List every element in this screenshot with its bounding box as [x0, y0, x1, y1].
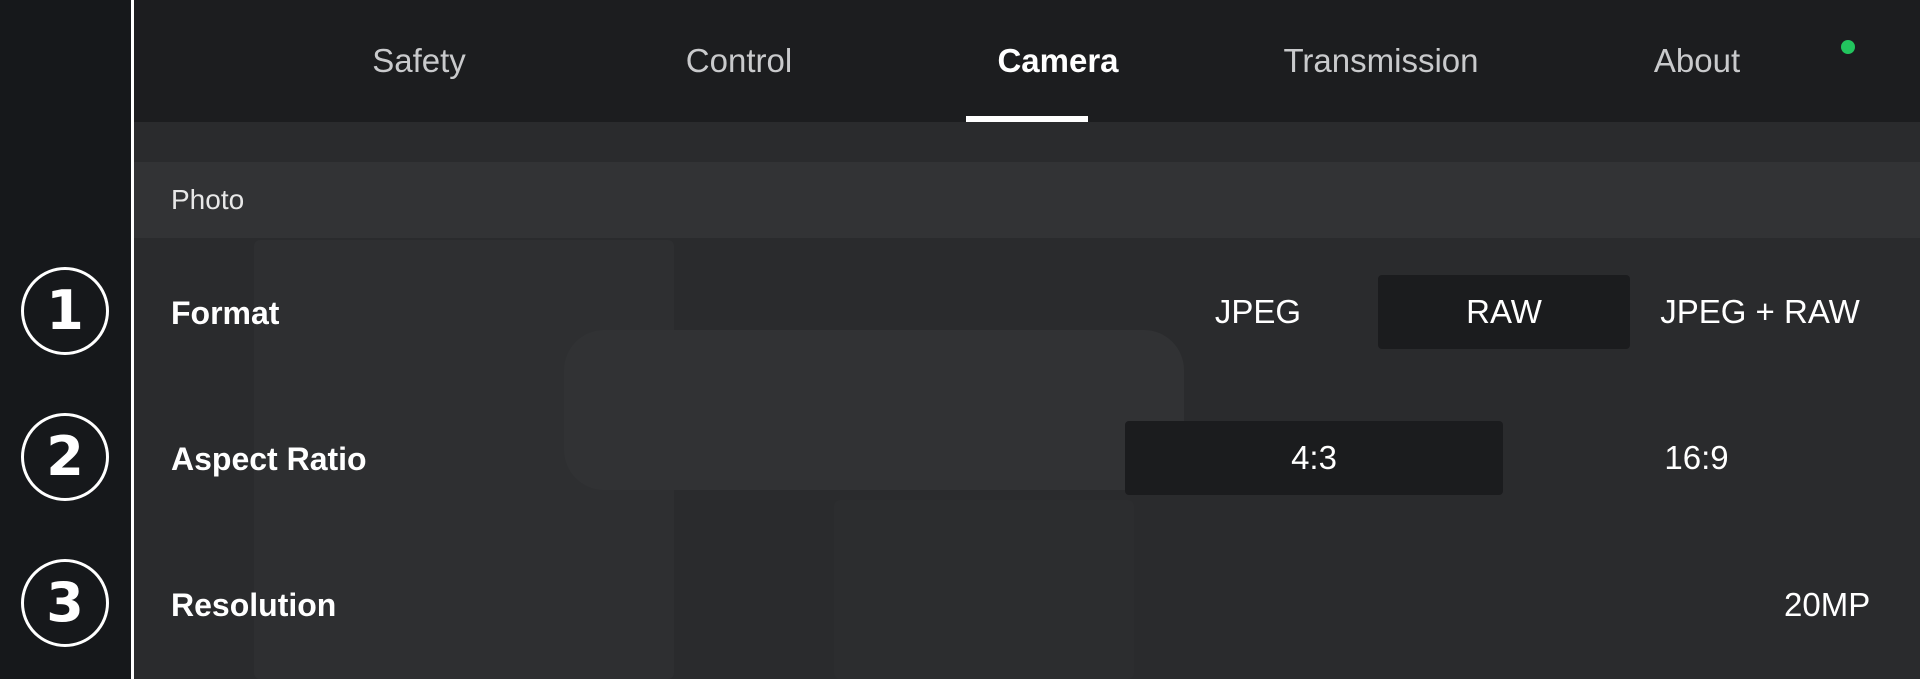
tab-transmission[interactable]: Transmission: [1231, 0, 1531, 122]
marker-3: 3: [21, 559, 109, 647]
aspect-ratio-label: Aspect Ratio: [171, 440, 367, 477]
tab-control[interactable]: Control: [629, 0, 849, 122]
section-title: Photo: [171, 184, 245, 215]
settings-panel: Safety Control Camera Transmission About…: [134, 0, 1920, 679]
tab-about[interactable]: About: [1587, 0, 1807, 122]
background-shape: [564, 330, 1184, 490]
format-option-jpeg[interactable]: JPEG: [1132, 275, 1384, 349]
aspect-option-4-3[interactable]: 4:3: [1125, 421, 1503, 495]
annotation-rail: 1 2 3: [0, 0, 133, 679]
active-tab-indicator: [966, 116, 1088, 122]
marker-2: 2: [21, 413, 109, 501]
aspect-option-16-9[interactable]: 16:9: [1503, 421, 1890, 495]
tab-camera[interactable]: Camera: [948, 0, 1168, 122]
resolution-label: Resolution: [171, 586, 337, 623]
background-shape: [834, 500, 1134, 679]
format-label: Format: [171, 294, 280, 331]
connection-status-indicator: [1841, 40, 1855, 54]
tab-safety[interactable]: Safety: [309, 0, 529, 122]
resolution-value[interactable]: 20MP: [1784, 575, 1870, 635]
section-header: [134, 162, 1920, 238]
tab-bar: Safety Control Camera Transmission About: [134, 0, 1920, 122]
marker-1: 1: [21, 267, 109, 355]
format-option-raw[interactable]: RAW: [1378, 275, 1630, 349]
format-option-jpeg-raw[interactable]: JPEG + RAW: [1630, 275, 1890, 349]
